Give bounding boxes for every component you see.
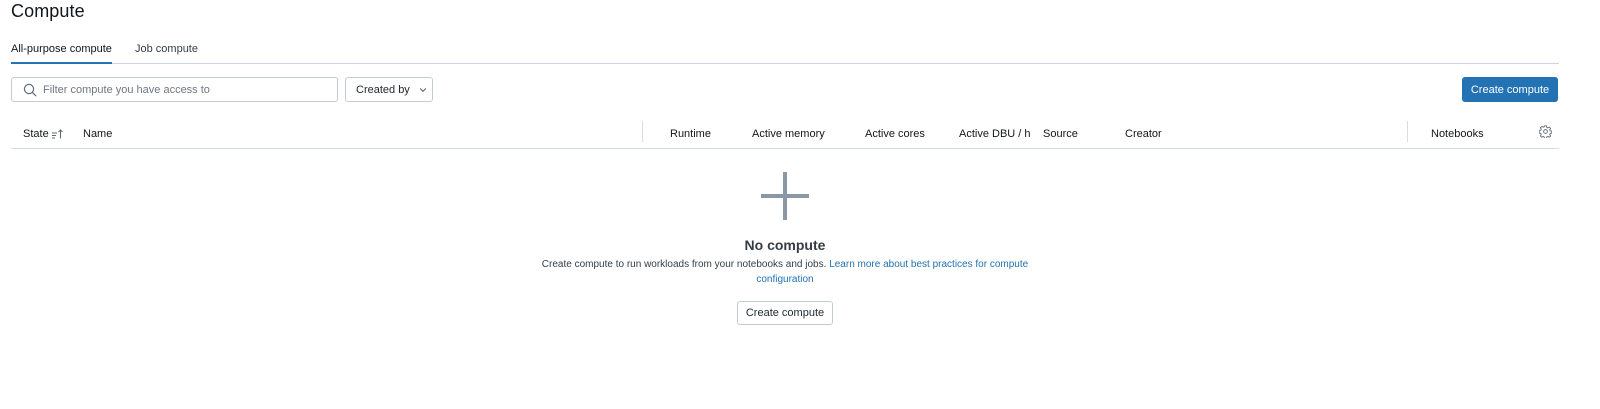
column-header-notebooks[interactable]: Notebooks [1431,128,1484,140]
column-header-name[interactable]: Name [83,128,112,140]
column-header-source[interactable]: Source [1043,128,1078,140]
empty-state-text: Create compute to run workloads from you… [541,259,827,270]
table-header: State Name Runtime Active memory Active … [11,121,1559,149]
page-title: Compute [11,1,85,21]
chevron-down-icon [419,87,426,92]
column-header-state[interactable]: State [23,128,49,140]
tab-all-purpose-compute[interactable]: All-purpose compute [11,43,112,64]
sort-ascending-icon[interactable] [51,128,64,140]
column-divider[interactable] [1407,121,1408,142]
create-compute-button[interactable]: Create compute [1462,77,1558,102]
empty-state-title: No compute [744,237,826,253]
column-header-runtime[interactable]: Runtime [670,128,711,140]
search-icon [23,83,37,96]
created-by-label: Created by [356,83,410,96]
tab-bar: All-purpose compute Job compute [11,40,1559,64]
column-header-active-memory[interactable]: Active memory [752,128,825,140]
search-box[interactable] [11,77,338,102]
column-header-active-cores[interactable]: Active cores [865,128,925,140]
empty-state-description: Create compute to run workloads from you… [535,257,1035,287]
search-input[interactable] [43,83,333,96]
tab-job-compute[interactable]: Job compute [135,43,198,64]
plus-icon [761,172,809,220]
gear-icon[interactable] [1539,125,1552,138]
column-divider[interactable] [642,121,643,142]
column-header-creator[interactable]: Creator [1125,128,1162,140]
column-header-active-dbu[interactable]: Active DBU / h [959,128,1031,140]
compute-page: Compute All-purpose compute Job compute … [0,0,1600,409]
empty-state-create-compute-button[interactable]: Create compute [737,301,833,325]
created-by-filter[interactable]: Created by [345,77,433,102]
